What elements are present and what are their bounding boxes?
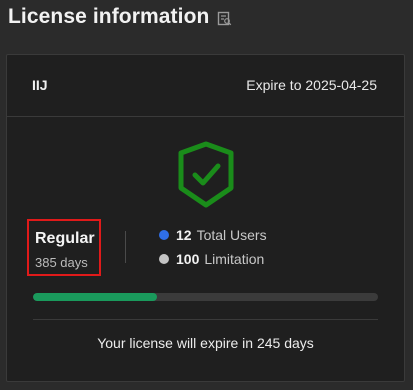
shield-check-icon xyxy=(178,141,234,208)
usage-progress-fill xyxy=(33,293,158,301)
users-dot-icon xyxy=(159,230,169,240)
footer-divider xyxy=(33,319,378,320)
product-name: IIJ xyxy=(32,77,48,93)
expire-date: Expire to 2025-04-25 xyxy=(246,77,377,93)
page-title: License information xyxy=(8,5,210,28)
users-label: Total Users xyxy=(196,227,267,243)
stat-limitation: 100 Limitation xyxy=(159,251,264,267)
users-count: 12 xyxy=(176,227,192,243)
expiry-message: Your license will expire in 245 days xyxy=(97,335,314,351)
license-detail-icon[interactable] xyxy=(217,11,232,26)
stat-total-users: 12 Total Users xyxy=(159,227,267,243)
limit-count: 100 xyxy=(176,251,200,267)
limit-label: Limitation xyxy=(204,251,265,267)
plan-days: 385 days xyxy=(35,255,88,270)
license-card-header: IIJ Expire to 2025-04-25 xyxy=(7,55,404,117)
limit-dot-icon xyxy=(159,254,169,264)
usage-progress-bar xyxy=(33,293,378,301)
plan-name: Regular xyxy=(35,230,95,247)
stats-divider xyxy=(125,231,126,263)
plan-highlight: Regular 385 days xyxy=(27,219,101,276)
license-card: IIJ Expire to 2025-04-25 Regular 385 day… xyxy=(6,54,405,382)
page-header: License information xyxy=(8,4,232,30)
